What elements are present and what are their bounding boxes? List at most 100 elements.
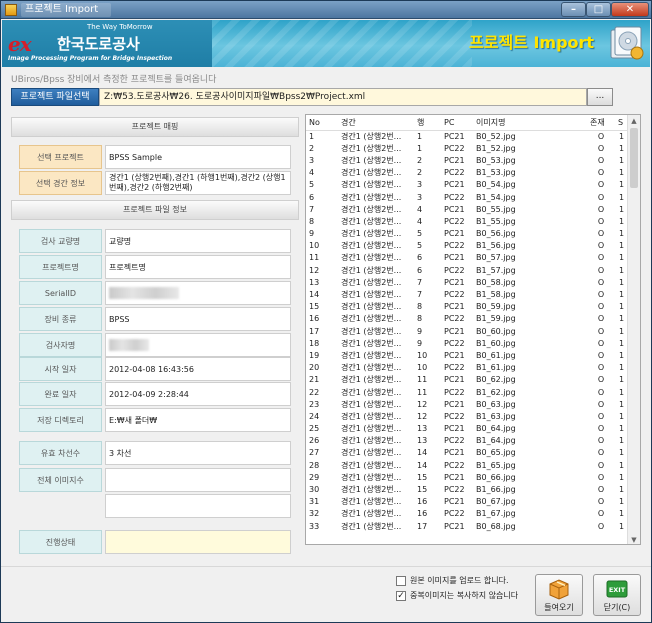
cell-no: 11 — [309, 253, 320, 263]
cell-pc: PC21 — [444, 448, 465, 458]
table-row[interactable]: 33 경간1 (상행2번... 17 PC21 B0_68.jpg O 1 — [306, 520, 628, 532]
column-header-row[interactable]: 행 — [414, 115, 441, 131]
table-row[interactable]: 6 경간1 (상행2번... 3 PC22 B1_54.jpg O 1 — [306, 191, 628, 203]
cell-image-name: B1_55.jpg — [476, 216, 516, 226]
table-row[interactable]: 12 경간1 (상행2번... 6 PC22 B1_57.jpg O 1 — [306, 264, 628, 276]
column-header-exists[interactable]: 존재 — [587, 115, 615, 131]
cell-row: 9 — [417, 326, 423, 336]
cell-row: 5 — [417, 241, 423, 251]
table-row[interactable]: 27 경간1 (상행2번... 14 PC21 B0_65.jpg O 1 — [306, 447, 628, 459]
table-row[interactable]: 15 경간1 (상행2번... 8 PC21 B0_59.jpg O 1 — [306, 301, 628, 313]
cell-span: 경간1 (상행2번... — [341, 204, 402, 214]
cell-span: 경간1 (상행2번... — [341, 290, 402, 300]
table-row[interactable]: 25 경간1 (상행2번... 13 PC21 B0_64.jpg O 1 — [306, 423, 628, 435]
import-button[interactable]: 들여오기 — [535, 574, 583, 616]
table-row[interactable]: 17 경간1 (상행2번... 9 PC21 B0_60.jpg O 1 — [306, 325, 628, 337]
vertical-scrollbar[interactable]: ▲ ▼ — [627, 115, 640, 544]
minimize-button[interactable]: – — [561, 2, 586, 17]
column-header-no[interactable]: No — [306, 115, 338, 131]
import-button-label: 들여오기 — [544, 603, 574, 612]
table-row[interactable]: 1 경간1 (상행2번... 1 PC21 B0_52.jpg O 1 — [306, 130, 628, 142]
cell-span: 경간1 (상행2번... — [341, 265, 402, 275]
table-row[interactable]: 22 경간1 (상행2번... 11 PC22 B1_62.jpg O 1 — [306, 386, 628, 398]
project-file-path-field[interactable]: Z:₩53.도로공사₩26. 도로공사이미지파일₩Bpss2₩Project.x… — [99, 88, 587, 106]
close-button[interactable]: ✕ — [611, 2, 649, 17]
table-row[interactable]: 10 경간1 (상행2번... 5 PC22 B1_56.jpg O 1 — [306, 240, 628, 252]
table-row[interactable]: 23 경간1 (상행2번... 12 PC21 B0_63.jpg O 1 — [306, 398, 628, 410]
cell-pc: PC22 — [444, 290, 465, 300]
cell-image-name: B0_59.jpg — [476, 302, 516, 312]
table-row[interactable]: 13 경간1 (상행2번... 7 PC21 B0_58.jpg O 1 — [306, 276, 628, 288]
cell-exists: O — [597, 472, 605, 482]
cell-no: 22 — [309, 387, 320, 397]
exit-button[interactable]: EXIT 닫기(C) — [593, 574, 641, 616]
maximize-button[interactable]: □ — [586, 2, 611, 17]
table-row[interactable]: 26 경간1 (상행2번... 13 PC22 B1_64.jpg O 1 — [306, 435, 628, 447]
table-row[interactable]: 29 경간1 (상행2번... 15 PC21 B0_66.jpg O 1 — [306, 471, 628, 483]
cell-pc: PC22 — [444, 485, 465, 495]
upload-original-option[interactable]: 원본 이미지를 업로드 합니다. — [396, 575, 509, 586]
upload-original-checkbox[interactable] — [396, 575, 406, 586]
table-row[interactable]: 20 경간1 (상행2번... 10 PC22 B1_61.jpg O 1 — [306, 362, 628, 374]
cell-span: 경간1 (상행2번... — [341, 350, 402, 360]
cell-row: 6 — [417, 265, 423, 275]
table-row[interactable]: 3 경간1 (상행2번... 2 PC21 B0_53.jpg O 1 — [306, 154, 628, 166]
cell-span: 경간1 (상행2번... — [341, 338, 402, 348]
table-row[interactable]: 28 경간1 (상행2번... 14 PC22 B1_65.jpg O 1 — [306, 459, 628, 471]
table-row[interactable]: 21 경간1 (상행2번... 11 PC21 B0_62.jpg O 1 — [306, 374, 628, 386]
window-title: 프로젝트 Import — [21, 3, 111, 17]
table-row[interactable]: 16 경간1 (상행2번... 8 PC22 B1_59.jpg O 1 — [306, 313, 628, 325]
cell-no: 15 — [309, 302, 320, 312]
cell-row: 1 — [417, 143, 423, 153]
cell-image-name: B1_66.jpg — [476, 485, 516, 495]
table-row[interactable]: 24 경간1 (상행2번... 12 PC22 B1_63.jpg O 1 — [306, 410, 628, 422]
table-row[interactable]: 2 경간1 (상행2번... 1 PC22 B1_52.jpg O 1 — [306, 142, 628, 154]
cell-image-name: B1_67.jpg — [476, 509, 516, 519]
table-row[interactable]: 8 경간1 (상행2번... 4 PC22 B1_55.jpg O 1 — [306, 215, 628, 227]
scroll-up-arrow-icon[interactable]: ▲ — [628, 115, 640, 127]
cell-image-name: B1_54.jpg — [476, 192, 516, 202]
table-row[interactable]: 7 경간1 (상행2번... 4 PC21 B0_55.jpg O 1 — [306, 203, 628, 215]
table-row[interactable]: 4 경간1 (상행2번... 2 PC22 B1_53.jpg O 1 — [306, 167, 628, 179]
inspector-name-label: 검사자명 — [19, 333, 102, 357]
browse-button[interactable]: ... — [587, 88, 613, 106]
cell-row: 16 — [417, 509, 428, 519]
scroll-thumb[interactable] — [630, 128, 638, 188]
table-row[interactable]: 14 경간1 (상행2번... 7 PC22 B1_58.jpg O 1 — [306, 288, 628, 300]
cell-span: 경간1 (상행2번... — [341, 216, 402, 226]
table-row[interactable]: 19 경간1 (상행2번... 10 PC21 B0_61.jpg O 1 — [306, 349, 628, 361]
skip-duplicate-checkbox[interactable]: ✓ — [396, 590, 406, 601]
cell-span: 경간1 (상행2번... — [341, 521, 402, 531]
image-list-grid[interactable]: No 경간 행 PC 이미지명 존재 S 1 경간1 (상행2번... 1 PC21 B… — [305, 114, 641, 545]
cell-image-name: B1_64.jpg — [476, 436, 516, 446]
table-row[interactable]: 31 경간1 (상행2번... 16 PC21 B0_67.jpg O 1 — [306, 496, 628, 508]
cell-image-name: B0_64.jpg — [476, 424, 516, 434]
table-row[interactable]: 32 경간1 (상행2번... 16 PC22 B1_67.jpg O 1 — [306, 508, 628, 520]
cell-pc: PC22 — [444, 338, 465, 348]
cell-span: 경간1 (상행2번... — [341, 168, 402, 178]
column-header-pc[interactable]: PC — [441, 115, 473, 131]
table-row[interactable]: 9 경간1 (상행2번... 5 PC21 B0_56.jpg O 1 — [306, 228, 628, 240]
skip-duplicate-option[interactable]: ✓ 중복이미지는 복사하지 않습니다 — [396, 590, 518, 601]
scroll-down-arrow-icon[interactable]: ▼ — [628, 534, 640, 544]
disc-box-icon — [610, 26, 644, 60]
column-header-span[interactable]: 경간 — [338, 115, 414, 131]
cell-no: 33 — [309, 521, 320, 531]
select-project-file-button[interactable]: 프로젝트 파일선택 — [11, 88, 99, 106]
title-bar[interactable]: 프로젝트 Import – □ ✕ — [1, 1, 651, 19]
table-row[interactable]: 18 경간1 (상행2번... 9 PC22 B1_60.jpg O 1 — [306, 337, 628, 349]
cell-row: 2 — [417, 168, 423, 178]
cell-span: 경간1 (상행2번... — [341, 509, 402, 519]
table-row[interactable]: 11 경간1 (상행2번... 6 PC21 B0_57.jpg O 1 — [306, 252, 628, 264]
cell-image-name: B1_56.jpg — [476, 241, 516, 251]
table-row[interactable]: 5 경간1 (상행2번... 3 PC21 B0_54.jpg O 1 — [306, 179, 628, 191]
total-images-label: 전체 이미지수 — [19, 468, 102, 492]
column-header-image-name[interactable]: 이미지명 — [473, 115, 587, 131]
cell-image-name: B1_58.jpg — [476, 290, 516, 300]
cell-image-name: B0_52.jpg — [476, 131, 516, 141]
cell-no: 7 — [309, 204, 315, 214]
table-row[interactable]: 30 경간1 (상행2번... 15 PC22 B1_66.jpg O 1 — [306, 483, 628, 495]
cell-row: 17 — [417, 521, 428, 531]
cell-exists: O — [597, 131, 605, 141]
cell-row: 8 — [417, 314, 423, 324]
